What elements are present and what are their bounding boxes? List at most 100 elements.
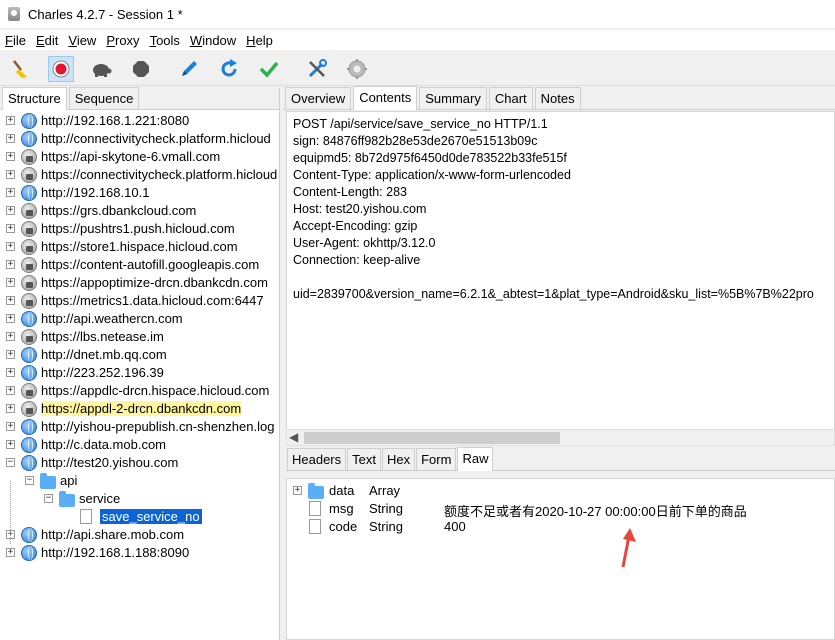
- expand-icon[interactable]: +: [6, 332, 15, 341]
- host-row[interactable]: + http://dnet.mb.qq.com: [0, 346, 279, 364]
- tab-notes[interactable]: Notes: [534, 87, 581, 109]
- window-title: Charles 4.2.7 - Session 1 *: [28, 6, 183, 22]
- host-row[interactable]: + https://content-autofill.googleapis.com: [0, 256, 279, 274]
- host-row[interactable]: + http://223.252.196.39: [0, 364, 279, 382]
- json-node-row[interactable]: code String 400: [287, 518, 832, 536]
- expand-icon[interactable]: +: [6, 368, 15, 377]
- host-row[interactable]: + https://api-skytone-6.vmall.com: [0, 148, 279, 166]
- expand-icon[interactable]: +: [6, 224, 15, 233]
- expand-icon[interactable]: +: [293, 486, 302, 495]
- host-row[interactable]: + https://appdlc-drcn.hispace.hicloud.com: [0, 382, 279, 400]
- expand-icon[interactable]: +: [6, 404, 15, 413]
- tree-child-row[interactable]: save_service_no: [0, 508, 279, 526]
- collapse-icon[interactable]: −: [6, 458, 15, 467]
- tree-child-label: api: [60, 473, 78, 488]
- expand-icon[interactable]: +: [6, 548, 15, 557]
- expand-icon[interactable]: +: [6, 350, 15, 359]
- expand-icon[interactable]: +: [6, 206, 15, 215]
- tree-child-row[interactable]: − api: [0, 472, 279, 490]
- menu-help[interactable]: Help: [241, 33, 278, 48]
- tab-hex[interactable]: Hex: [381, 448, 416, 470]
- expand-icon[interactable]: +: [6, 242, 15, 251]
- tab-chart[interactable]: Chart: [488, 87, 533, 109]
- scroll-left-icon[interactable]: ◀: [289, 430, 298, 444]
- tab-text[interactable]: Text: [347, 448, 381, 470]
- json-type: Array: [369, 483, 401, 498]
- tab-overview[interactable]: Overview: [285, 87, 352, 109]
- scroll-thumb[interactable]: [304, 432, 560, 444]
- tools-icon[interactable]: [304, 56, 330, 82]
- host-row[interactable]: + https://appdl-2-drcn.dbankcdn.com: [0, 400, 279, 418]
- host-label: https://metrics1.data.hicloud.com:6447: [41, 293, 264, 308]
- collapse-icon[interactable]: −: [25, 476, 34, 485]
- host-row[interactable]: + https://grs.dbankcloud.com: [0, 202, 279, 220]
- horizontal-scrollbar[interactable]: ◀: [286, 429, 835, 446]
- tab-raw[interactable]: Raw: [457, 447, 494, 471]
- menu-view[interactable]: View: [63, 33, 101, 48]
- host-row[interactable]: + http://192.168.10.1: [0, 184, 279, 202]
- stop-icon[interactable]: [128, 56, 154, 82]
- host-row[interactable]: + https://lbs.netease.im: [0, 328, 279, 346]
- host-row[interactable]: + https://connectivitycheck.platform.hicl…: [0, 166, 279, 184]
- menu-proxy[interactable]: Proxy: [101, 33, 144, 48]
- request-line: POST /api/service/save_service_no HTTP/1…: [293, 117, 548, 131]
- record-icon[interactable]: [48, 55, 74, 82]
- tab-sequence[interactable]: Sequence: [68, 87, 140, 109]
- expand-icon[interactable]: +: [6, 422, 15, 431]
- globe-icon: [21, 419, 37, 435]
- host-row[interactable]: + https://pushtrs1.push.hicloud.com: [0, 220, 279, 238]
- tab-headers[interactable]: Headers: [287, 448, 347, 470]
- host-row[interactable]: + https://appoptimize-drcn.dbankcdn.com: [0, 274, 279, 292]
- expand-icon[interactable]: +: [6, 386, 15, 395]
- expand-icon[interactable]: +: [6, 440, 15, 449]
- host-row[interactable]: + https://metrics1.data.hicloud.com:6447: [0, 292, 279, 310]
- host-row[interactable]: − http://test20.yishou.com: [0, 454, 279, 472]
- expand-icon[interactable]: +: [6, 260, 15, 269]
- expand-icon[interactable]: +: [6, 116, 15, 125]
- check-icon[interactable]: [256, 56, 282, 82]
- refresh-icon[interactable]: [216, 56, 242, 82]
- expand-icon[interactable]: +: [6, 152, 15, 161]
- json-node-row[interactable]: msg String 额度不足或者有2020-10-27 00:00:00日前下单的…: [287, 500, 832, 519]
- host-row[interactable]: + http://api.share.mob.com: [0, 526, 279, 544]
- host-row[interactable]: + http://c.data.mob.com: [0, 436, 279, 454]
- collapse-icon[interactable]: −: [44, 494, 53, 503]
- turtle-icon[interactable]: [88, 56, 114, 82]
- host-row[interactable]: + http://192.168.1.221:8080: [0, 112, 279, 130]
- host-row[interactable]: + http://yishou-prepublish.cn-shenzhen.lo…: [0, 418, 279, 436]
- broom-icon[interactable]: [8, 56, 34, 82]
- structure-panel: Structure Sequence + http://192.168.1.221…: [0, 87, 280, 640]
- expand-icon[interactable]: +: [6, 278, 15, 287]
- expand-icon[interactable]: +: [6, 134, 15, 143]
- host-row[interactable]: + https://store1.hispace.hicloud.com: [0, 238, 279, 256]
- menu-tools[interactable]: Tools: [145, 33, 185, 48]
- expand-icon[interactable]: +: [6, 296, 15, 305]
- tree-child-row[interactable]: − service: [0, 490, 279, 508]
- settings-icon[interactable]: [344, 56, 370, 82]
- request-line: equipmd5: 8b72d975f6450d0de783522b33fe51…: [293, 151, 567, 165]
- request-line: sign: 84876ff982b28e53de2670e51513b09c: [293, 134, 538, 148]
- tree-child-label: save_service_no: [99, 508, 203, 525]
- host-row[interactable]: + http://192.168.1.188:8090: [0, 544, 279, 562]
- menu-window[interactable]: Window: [185, 33, 241, 48]
- file-icon: [309, 519, 321, 534]
- menu-file[interactable]: File: [0, 33, 31, 48]
- host-row[interactable]: + http://connectivitycheck.platform.hiclo…: [0, 130, 279, 148]
- menu-edit[interactable]: Edit: [31, 33, 63, 48]
- pen-icon[interactable]: [176, 56, 202, 82]
- globe-icon: [21, 365, 37, 381]
- expand-icon[interactable]: +: [6, 188, 15, 197]
- tab-contents[interactable]: Contents: [353, 86, 418, 110]
- tab-structure[interactable]: Structure: [2, 87, 67, 110]
- tab-form[interactable]: Form: [416, 448, 457, 470]
- annotation-arrow-icon: [621, 528, 636, 568]
- host-label: http://connectivitycheck.platform.hiclou…: [41, 131, 271, 146]
- expand-icon[interactable]: +: [6, 170, 15, 179]
- expand-icon[interactable]: +: [6, 314, 15, 323]
- globe-icon: [21, 311, 37, 327]
- json-node-row[interactable]: + data Array: [287, 482, 832, 500]
- globe-icon: [21, 527, 37, 543]
- host-row[interactable]: + http://api.weathercn.com: [0, 310, 279, 328]
- tab-summary[interactable]: Summary: [419, 87, 487, 109]
- host-label: https://grs.dbankcloud.com: [41, 203, 197, 218]
